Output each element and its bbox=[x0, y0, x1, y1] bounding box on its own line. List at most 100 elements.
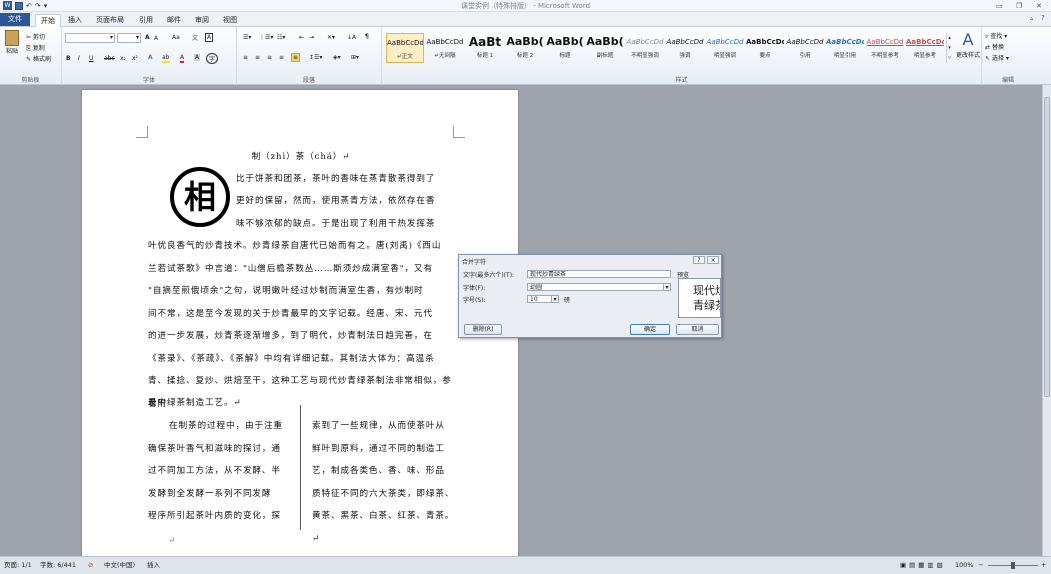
select-button[interactable]: ↖ 选择 ▾ bbox=[985, 53, 1009, 62]
chevron-down-icon[interactable]: ▾ bbox=[551, 295, 559, 303]
style-intense-quote[interactable]: AaBbCcDd 明显引用 bbox=[826, 33, 864, 63]
minimize-icon[interactable]: ▭ bbox=[996, 0, 1003, 12]
borders-icon[interactable]: ⊞▾ bbox=[351, 54, 359, 61]
shrink-font-icon[interactable]: A bbox=[154, 35, 158, 42]
style-intense-emphasis[interactable]: AaBbCcDd 明显强调 bbox=[706, 33, 744, 63]
dialog-help-button[interactable]: ? bbox=[693, 256, 705, 264]
font-select[interactable]: 幼圆 bbox=[527, 283, 671, 291]
scrollbar-thumb[interactable] bbox=[1044, 97, 1050, 397]
text-effects-icon[interactable]: A bbox=[148, 54, 153, 61]
paste-button[interactable]: 粘贴 bbox=[3, 30, 21, 66]
col-right-line2: 鲜叶到原料，通过不同的制造工 bbox=[312, 444, 445, 454]
style-quote[interactable]: AaBbCcDd 引用 bbox=[786, 33, 824, 63]
font-size-combo[interactable]: ▾ bbox=[117, 33, 141, 43]
zoom-level[interactable]: 100% bbox=[955, 560, 974, 570]
sort-icon[interactable]: ↓A bbox=[347, 34, 356, 41]
style-strong[interactable]: AaBbCcDd 要点 bbox=[746, 33, 784, 63]
style-title[interactable]: AaBb(标题 bbox=[546, 33, 584, 63]
shading-icon[interactable]: ◈▾ bbox=[333, 54, 341, 61]
style-normal[interactable]: AaBbCcDd ↵正文 bbox=[386, 33, 424, 63]
grow-font-icon[interactable]: A bbox=[145, 34, 150, 41]
view-buttons[interactable]: ▣▤▦▥▧ bbox=[900, 560, 946, 570]
vertical-scrollbar[interactable] bbox=[1042, 85, 1051, 556]
para1-line4: 叶优良香气的炒青技术。炒青绿茶自唐代已始而有之。唐(刘禹)《西山 bbox=[148, 241, 442, 251]
subscript-icon[interactable]: x₂ bbox=[120, 55, 126, 62]
maximize-icon[interactable]: ❐ bbox=[1016, 0, 1022, 12]
bold-icon[interactable]: B bbox=[66, 55, 71, 62]
zoom-slider-thumb[interactable] bbox=[1011, 562, 1015, 569]
italic-icon[interactable]: I bbox=[78, 55, 80, 62]
style-sample: AaBbCcDd bbox=[826, 38, 864, 46]
tab-references[interactable]: 引用 bbox=[134, 14, 158, 27]
zoom-in-button[interactable]: + bbox=[1041, 560, 1046, 570]
cancel-button[interactable]: 取消 bbox=[676, 324, 719, 335]
tab-view[interactable]: 视图 bbox=[218, 14, 242, 27]
minimize-ribbon-icon[interactable]: ▵ bbox=[1030, 15, 1033, 22]
change-case-icon[interactable]: Aa bbox=[172, 34, 180, 41]
style-intense-reference[interactable]: AaBbCcDd 明显参考 bbox=[906, 33, 944, 63]
help-icon[interactable]: ? bbox=[1041, 14, 1045, 22]
align-right-icon[interactable]: ≡ bbox=[267, 54, 272, 61]
style-subtitle[interactable]: AaBb(副标题 bbox=[586, 33, 624, 63]
chevron-down-icon[interactable]: ▾ bbox=[663, 283, 671, 291]
find-button[interactable]: ⌕ 查找 ▾ bbox=[985, 31, 1007, 41]
strikethrough-icon[interactable]: abc bbox=[104, 55, 115, 62]
replace-button[interactable]: ⇄ 替换 bbox=[985, 42, 1004, 51]
language-indicator[interactable]: 中文(中国) bbox=[104, 560, 135, 570]
text-input[interactable]: 现代炒青绿茶 bbox=[527, 270, 671, 278]
align-left-icon[interactable]: ≡ bbox=[243, 54, 248, 61]
font-label: 字体(F): bbox=[463, 285, 486, 292]
superscript-icon[interactable]: x² bbox=[132, 55, 138, 62]
phonetic-guide-icon[interactable]: 文 bbox=[192, 33, 198, 42]
style-subtle-reference[interactable]: AaBbCcDd 不明显参考 bbox=[866, 33, 904, 63]
drop-cap-enclosed-char: 相 bbox=[170, 167, 230, 227]
style-no-spacing[interactable]: AaBbCcDd ↵无间隔 bbox=[426, 33, 464, 63]
style-heading-2[interactable]: AaBb(标题 2 bbox=[506, 33, 544, 63]
font-color-icon[interactable]: A bbox=[180, 54, 185, 63]
numbering-icon[interactable]: ⋮☰▾ bbox=[259, 34, 273, 41]
tab-review[interactable]: 审阅 bbox=[190, 14, 214, 27]
spellcheck-icon[interactable]: ⊘ bbox=[88, 560, 93, 570]
underline-icon[interactable]: U bbox=[89, 55, 93, 62]
bullets-icon[interactable]: ☰▾ bbox=[243, 34, 251, 41]
chinese-layout-icon[interactable]: ✕▾ bbox=[327, 34, 335, 41]
dialog-close-button[interactable]: × bbox=[707, 256, 719, 264]
tab-file[interactable]: 文件 bbox=[0, 13, 30, 26]
multilevel-list-icon[interactable]: ☷▾ bbox=[277, 34, 285, 41]
char-shading-icon[interactable]: A bbox=[194, 54, 201, 61]
page-count[interactable]: 页面: 1/1 bbox=[4, 560, 32, 570]
style-heading-1[interactable]: AaBt 标题 1 bbox=[466, 33, 504, 63]
increase-indent-icon[interactable]: ⇥ bbox=[309, 34, 314, 41]
show-marks-icon[interactable]: ¶ bbox=[365, 33, 369, 40]
distributed-icon[interactable]: ≡ bbox=[291, 53, 301, 62]
style-emphasis[interactable]: AaBbCcDd 强调 bbox=[666, 33, 704, 63]
justify-icon[interactable]: ≡ bbox=[279, 54, 284, 61]
insert-mode[interactable]: 插入 bbox=[147, 560, 160, 570]
tab-page-layout[interactable]: 页面布局 bbox=[91, 14, 129, 27]
zoom-out-button[interactable]: − bbox=[978, 560, 983, 570]
align-center-icon[interactable]: ≡ bbox=[255, 54, 260, 61]
tab-insert[interactable]: 插入 bbox=[63, 14, 87, 27]
tab-home[interactable]: 开始 bbox=[35, 14, 61, 27]
char-border-icon[interactable]: A bbox=[205, 33, 214, 42]
copy-button[interactable]: ⎘ 复制 bbox=[26, 43, 45, 53]
zoom-slider[interactable] bbox=[988, 562, 1038, 569]
cut-button[interactable]: ✂ 剪切 bbox=[26, 32, 45, 41]
document-page[interactable]: 制（zhì）茶（chá）↵ 相 比于饼茶和团茶，茶叶的香味在蒸青散茶得到了 更好… bbox=[82, 90, 518, 556]
style-subtle-emphasis[interactable]: AaBbCcDd 不明显强调 bbox=[626, 33, 664, 63]
styles-scroll[interactable]: ▴ ▾ ▿ bbox=[946, 33, 952, 63]
close-icon[interactable]: ✕ bbox=[1036, 0, 1042, 12]
decrease-indent-icon[interactable]: ⇤ bbox=[299, 34, 304, 41]
ok-button[interactable]: 确定 bbox=[630, 324, 670, 335]
change-styles-button[interactable]: A 更改样式 bbox=[954, 30, 982, 59]
enclose-char-icon[interactable]: 字 bbox=[206, 53, 219, 64]
para1-line1: 比于饼茶和团茶，茶叶的香味在蒸青散茶得到了 bbox=[236, 174, 436, 184]
delete-button[interactable]: 删除(R) bbox=[464, 324, 502, 335]
format-painter-button[interactable]: ✎ 格式刷 bbox=[26, 54, 51, 63]
font-name-combo[interactable]: ▾ bbox=[65, 33, 115, 43]
line-spacing-icon[interactable]: ↕☰▾ bbox=[309, 54, 322, 61]
highlight-icon[interactable]: ab bbox=[162, 54, 170, 63]
style-name: 不明显参考 bbox=[871, 53, 899, 59]
tab-mailings[interactable]: 邮件 bbox=[162, 14, 186, 27]
word-count[interactable]: 字数: 6/441 bbox=[40, 560, 76, 570]
